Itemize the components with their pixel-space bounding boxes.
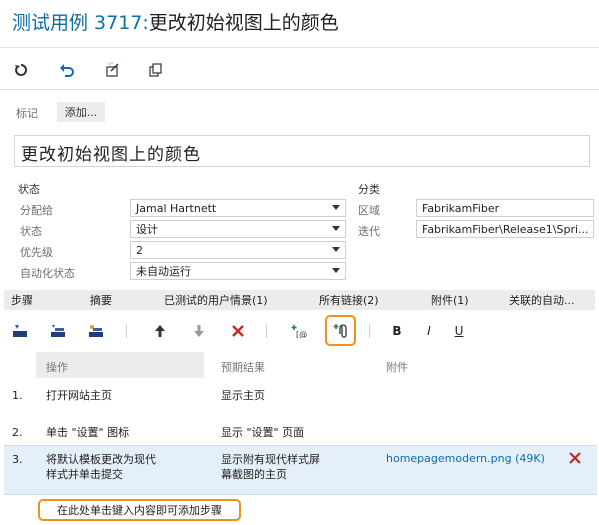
priority-value: 2: [136, 243, 143, 257]
refresh-icon[interactable]: [12, 61, 30, 79]
toolbar-divider: [0, 89, 599, 90]
priority-label: 优先级: [20, 246, 53, 259]
chevron-down-icon: [332, 268, 340, 273]
work-item-title: 更改初始视图上的颜色: [148, 12, 339, 34]
title-divider: [0, 47, 599, 48]
edit-template-icon[interactable]: [104, 61, 122, 79]
step-expected-result[interactable]: 显示主页: [221, 388, 265, 403]
state-value: 设计: [136, 223, 158, 236]
tab-steps[interactable]: 步骤: [11, 290, 33, 310]
add-attachment-icon[interactable]: [332, 322, 350, 340]
automation-status-dropdown[interactable]: 未自动运行: [130, 262, 346, 280]
step-action[interactable]: 打开网站主页: [46, 388, 112, 403]
chevron-down-icon: [332, 247, 340, 252]
move-up-icon[interactable]: [151, 322, 169, 340]
step-number: 3.: [12, 453, 23, 466]
state-label: 状态: [20, 225, 42, 238]
step-attachment-link[interactable]: homepagemodern.png (49K): [386, 452, 545, 465]
classification-section-heading: 分类: [358, 183, 380, 196]
create-shared-steps-icon[interactable]: [87, 322, 105, 340]
insert-shared-steps-icon[interactable]: [49, 322, 67, 340]
insert-parameter-icon[interactable]: [@]: [290, 322, 308, 340]
assigned-to-label: 分配给: [20, 204, 53, 217]
tab-summary[interactable]: 摘要: [90, 290, 112, 310]
toolbar-separator: [369, 324, 370, 338]
add-step-hint[interactable]: 在此处单击键入内容即可添加步骤: [38, 499, 241, 521]
step-action[interactable]: 单击 "设置" 图标: [46, 425, 129, 440]
delete-attachment-icon[interactable]: [566, 449, 584, 467]
copy-icon[interactable]: [147, 61, 165, 79]
automation-status-value: 未自动运行: [136, 265, 191, 278]
expected-result-column-header[interactable]: 预期结果: [221, 359, 265, 375]
tab-attachments[interactable]: 附件(1): [431, 290, 469, 310]
iteration-value: FabrikamFiber\Release1\Spri...: [422, 222, 589, 236]
priority-dropdown[interactable]: 2: [130, 241, 346, 259]
step-expected-result[interactable]: 显示 "设置" 页面: [221, 425, 304, 440]
area-label: 区域: [358, 204, 380, 217]
state-dropdown[interactable]: 设计: [130, 220, 346, 238]
insert-step-icon[interactable]: [11, 322, 29, 340]
step-action-line1[interactable]: 将默认模板更改为现代: [46, 452, 156, 467]
step-expected-line2[interactable]: 幕截图的主页: [221, 467, 287, 482]
add-tag-button[interactable]: 添加...: [57, 102, 105, 122]
tags-label: 标记: [16, 107, 38, 120]
assigned-to-value: Jamal Hartnett: [136, 201, 217, 215]
page-title: 测试用例 3717:更改初始视图上的颜色: [12, 8, 339, 35]
chevron-down-icon: [332, 205, 340, 210]
tab-bar: 步骤 摘要 已测试的用户情景(1) 所有链接(2) 附件(1) 关联的自动...: [4, 290, 595, 310]
step-action-line2[interactable]: 样式并单击提交: [46, 467, 123, 482]
step-number: 1.: [12, 389, 23, 402]
italic-icon[interactable]: I: [420, 322, 438, 340]
tab-tested-user-stories[interactable]: 已测试的用户情景(1): [164, 290, 268, 310]
iteration-field[interactable]: FabrikamFiber\Release1\Spri...: [416, 220, 594, 238]
area-field[interactable]: FabrikamFiber: [416, 199, 594, 217]
title-field[interactable]: 更改初始视图上的颜色: [14, 135, 590, 167]
bold-icon[interactable]: B: [388, 322, 406, 340]
toolbar-separator: [266, 324, 267, 338]
assigned-to-dropdown[interactable]: Jamal Hartnett: [130, 199, 346, 217]
attachment-column-header[interactable]: 附件: [386, 359, 408, 375]
automation-status-label: 自动化状态: [20, 267, 75, 280]
step-number: 2.: [12, 426, 23, 439]
iteration-label: 迭代: [358, 225, 380, 238]
action-column-header[interactable]: 操作: [46, 359, 68, 375]
chevron-down-icon: [332, 226, 340, 231]
move-down-icon[interactable]: [190, 322, 208, 340]
tab-associated-automation[interactable]: 关联的自动...: [509, 290, 575, 310]
undo-icon[interactable]: [58, 61, 76, 79]
tab-all-links[interactable]: 所有链接(2): [319, 290, 379, 310]
svg-text:[@]: [@]: [296, 330, 307, 338]
area-value: FabrikamFiber: [422, 201, 500, 215]
toolbar-separator: [126, 324, 127, 338]
add-step-hint-text: 在此处单击键入内容即可添加步骤: [57, 503, 222, 517]
step-expected-line1[interactable]: 显示附有现代样式屏: [221, 452, 320, 467]
delete-step-icon[interactable]: [229, 322, 247, 340]
underline-icon[interactable]: U: [450, 322, 468, 340]
work-item-id: 测试用例 3717:: [12, 12, 149, 34]
status-section-heading: 状态: [18, 183, 40, 196]
